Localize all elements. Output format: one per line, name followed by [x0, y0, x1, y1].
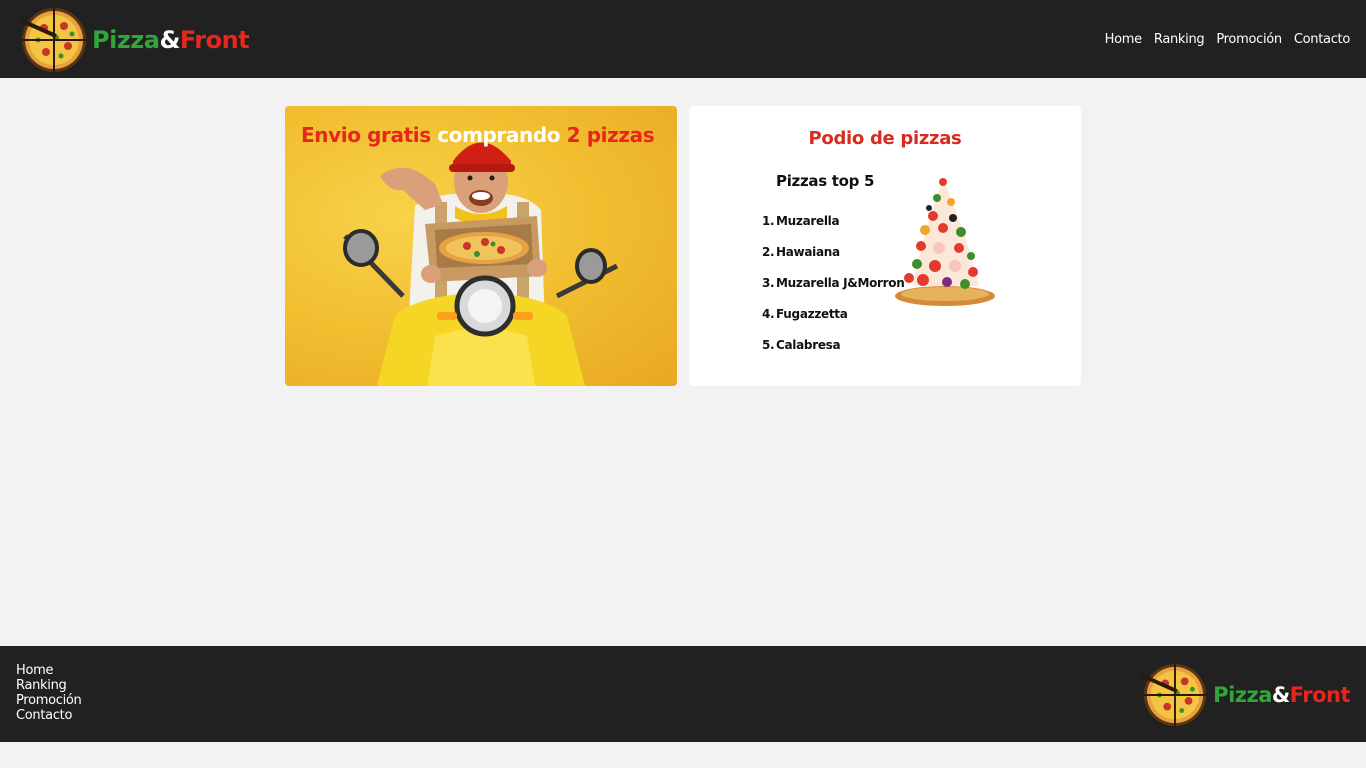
podium-title: Podio de pizzas [808, 128, 962, 149]
pizza-icon [19, 8, 86, 72]
footer-brand-name: Pizza&Front [1213, 683, 1350, 707]
podium-card: Podio de pizzas Pizzas top 5 1. Muzarella… [689, 106, 1081, 386]
footer-link-ranking[interactable]: Ranking [16, 678, 82, 693]
list-item: 1. Muzarella [762, 214, 840, 228]
promo-card: Envio gratis comprando 2 pizzas [285, 106, 677, 386]
promo-title-part3: 2 pizzas [566, 123, 655, 147]
top5-list: 1. Muzarella 2. Hawaiana 3. Muzarella J&Mor… [762, 214, 905, 369]
footer-link-contacto[interactable]: Contacto [16, 708, 82, 723]
brand-logo[interactable]: Pizza&Front [16, 6, 250, 74]
promo-title: Envio gratis comprando 2 pizzas [301, 123, 655, 147]
delivery-rider-image [343, 142, 619, 386]
footer-link-promocion[interactable]: Promoción [16, 693, 82, 708]
nav-link-home[interactable]: Home [1105, 32, 1143, 47]
footer-link-home[interactable]: Home [16, 663, 82, 678]
brand-name: Pizza&Front [92, 26, 250, 54]
nav-link-promocion[interactable]: Promoción [1216, 32, 1282, 47]
main-nav: Home Ranking Promoción Contacto [1105, 32, 1351, 47]
pizza-icon [1141, 663, 1207, 727]
list-item: 3. Muzarella J&Morron [762, 276, 905, 290]
footer-nav: Home Ranking Promoción Contacto [16, 663, 82, 723]
promo-title-part2: comprando [437, 123, 561, 147]
top5-title: Pizzas top 5 [776, 172, 875, 190]
site-header: Pizza&Front Home Ranking Promoción Conta… [0, 0, 1366, 78]
pizza-tower-image [895, 178, 995, 306]
footer-brand-logo[interactable]: Pizza&Front [1137, 662, 1351, 728]
list-item: 2. Hawaiana [762, 245, 840, 259]
list-item: 4. Fugazzetta [762, 307, 848, 321]
nav-link-ranking[interactable]: Ranking [1154, 32, 1205, 47]
list-item: 5. Calabresa [762, 338, 841, 352]
nav-link-contacto[interactable]: Contacto [1294, 32, 1350, 47]
site-footer: Home Ranking Promoción Contacto Pizza&Fr… [0, 646, 1366, 742]
promo-title-part1: Envio gratis [301, 123, 431, 147]
